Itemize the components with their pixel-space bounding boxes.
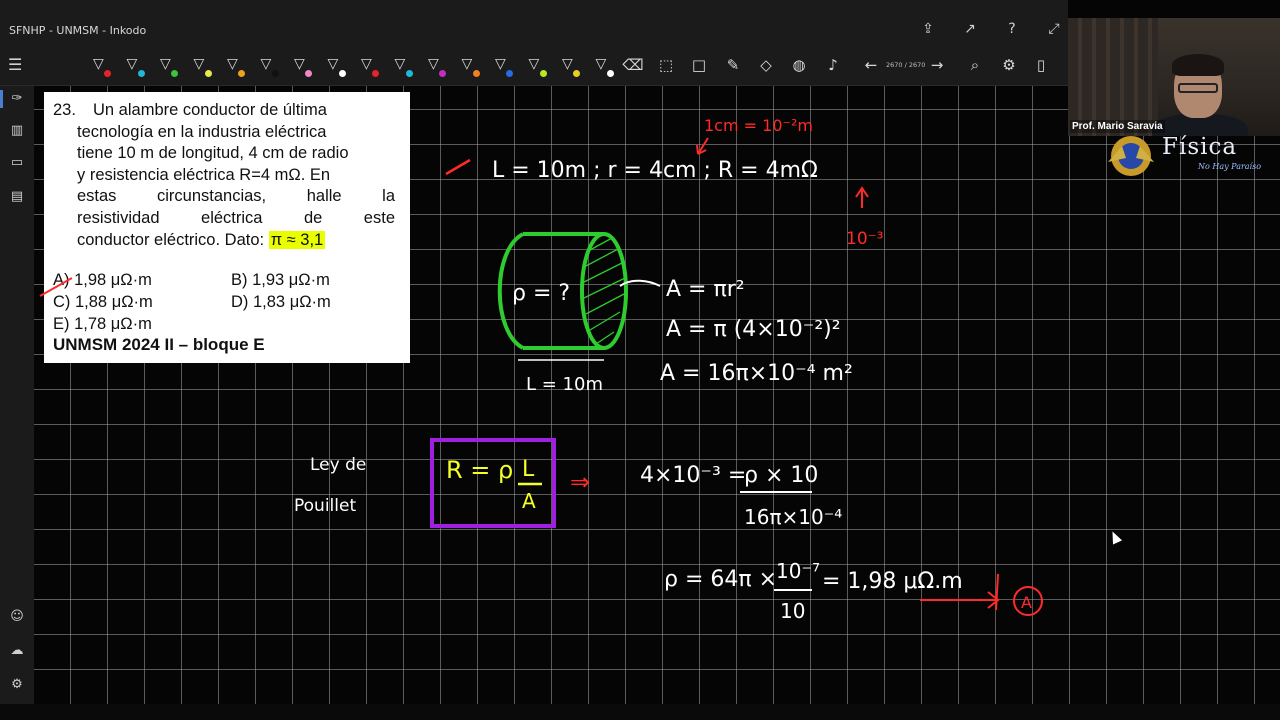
result-numerator: 10⁻⁷ [776, 559, 820, 583]
law-name-1: Ley de [310, 455, 366, 475]
result-denominator: 10 [780, 599, 805, 623]
substitution-lhs: 4×10⁻³ = [640, 463, 746, 488]
implies-arrow: ⇒ [570, 468, 590, 496]
app-window: SFNHP - UNMSM - Inkodo ⇪ ↗ ? ⤢ ☰ ▽ ▽ ▽ ▽ ▽ ▽ ▽… [0, 0, 1280, 720]
given-data: L = 10m ; r = 4cm ; R = 4mΩ [492, 158, 818, 183]
formula-numerator: L [522, 457, 535, 482]
substitution-numerator: ρ × 10 [744, 463, 818, 488]
rho-unknown: ρ = ? [512, 281, 570, 306]
length-label: L = 10m [526, 374, 603, 395]
milli-arrow [855, 186, 869, 208]
check-mark [445, 158, 471, 176]
option-a-mark [39, 277, 73, 297]
cm-note: 1cm = 10⁻²m [704, 116, 813, 135]
area-formula-1: A = πr² [666, 277, 745, 302]
milli-note: 10⁻³ [846, 229, 883, 249]
formula-denominator: A [522, 489, 536, 513]
handwriting-layer: L = 10m ; r = 4cm ; R = 4mΩ 1cm = 10⁻²m … [39, 116, 1043, 623]
law-name-2: Pouillet [294, 496, 356, 516]
area-formula-3: A = 16π×10⁻⁴ m² [660, 361, 853, 386]
answer-letter: A [1021, 593, 1032, 612]
result-lhs: ρ = 64π × [664, 567, 777, 592]
substitution-denominator: 16π×10⁻⁴ [744, 505, 842, 529]
formula-lhs: R = ρ [446, 456, 513, 484]
cm-arrow [696, 137, 709, 155]
result-rhs: = 1,98 μΩ.m [822, 569, 963, 594]
area-formula-2: A = π (4×10⁻²)² [666, 317, 841, 342]
